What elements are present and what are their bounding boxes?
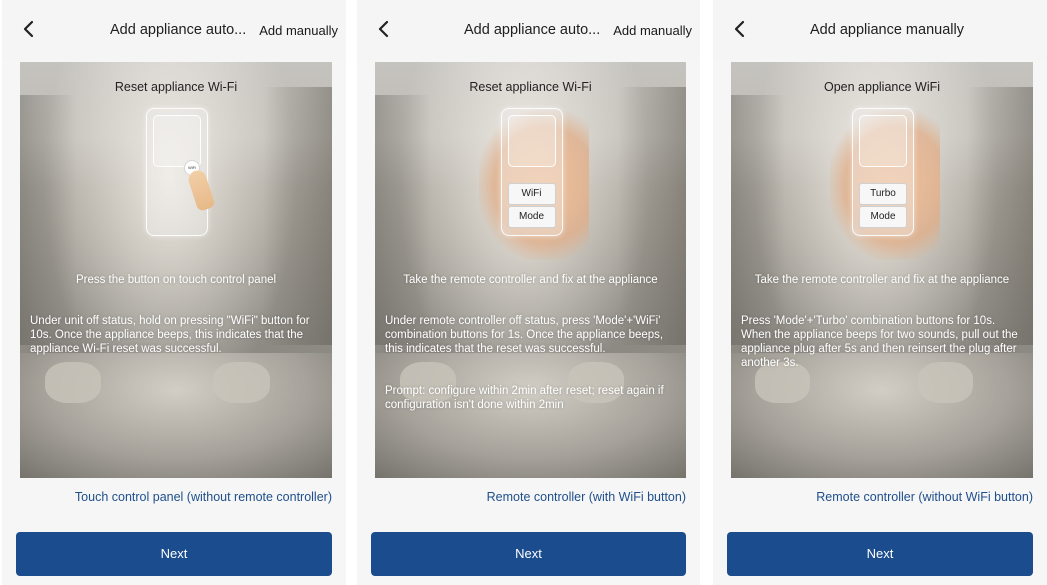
page-title: Add appliance auto... — [110, 22, 247, 38]
top-bar: Add appliance auto... Add manually — [357, 0, 700, 60]
remote-button-label: Mode — [507, 206, 556, 228]
remote-button-label: Mode — [859, 206, 907, 228]
instruction-description: Press 'Mode'+'Turbo' combination buttons… — [741, 315, 1018, 369]
page-title: Add appliance auto... — [464, 22, 601, 38]
remote-controller-graphic: Turbo Mode — [852, 108, 914, 236]
instruction-description: Under remote controller off status, pres… — [385, 315, 664, 355]
back-button[interactable] — [14, 14, 44, 44]
back-button[interactable] — [725, 14, 755, 44]
remote-button-label: Turbo — [859, 183, 907, 205]
next-button[interactable]: Next — [16, 532, 332, 576]
chevron-left-icon — [23, 20, 34, 38]
instruction-caption: Press the button on touch control panel — [75, 274, 277, 286]
page-title: Add appliance manually — [810, 22, 964, 38]
screen-touch-panel: Add appliance auto... Add manually Reset… — [2, 0, 346, 585]
instruction-illustration: Open appliance WiFi Turbo Mode Take the … — [731, 62, 1033, 478]
illustration-title: Reset appliance Wi-Fi — [469, 80, 592, 94]
remote-button-label: WiFi — [507, 183, 556, 205]
remote-controller-graphic: WiFi Mode — [500, 108, 563, 236]
chevron-left-icon — [734, 20, 745, 38]
instruction-prompt: Prompt: configure within 2min after rese… — [385, 385, 664, 411]
instruction-caption: Take the remote controller and fix at th… — [403, 274, 658, 286]
instruction-illustration: Reset appliance Wi-Fi WiFi Mode Take the… — [375, 62, 686, 478]
chevron-left-icon — [378, 20, 389, 38]
screen-remote-with-wifi: Add appliance auto... Add manually Reset… — [357, 0, 700, 585]
back-button[interactable] — [369, 14, 399, 44]
screen-remote-without-wifi: Add appliance manually Open appliance Wi… — [713, 0, 1047, 585]
add-manually-button[interactable]: Add manually — [613, 23, 692, 38]
configuration-mode-link[interactable]: Remote controller (with WiFi button) — [487, 490, 686, 504]
next-button[interactable]: Next — [371, 532, 686, 576]
top-bar: Add appliance auto... Add manually — [2, 0, 346, 60]
add-manually-button[interactable]: Add manually — [259, 23, 338, 38]
instruction-description: Under unit off status, hold on pressing … — [30, 315, 310, 355]
illustration-title: Open appliance WiFi — [823, 80, 941, 94]
next-button[interactable]: Next — [727, 532, 1033, 576]
instruction-caption: Take the remote controller and fix at th… — [754, 274, 1010, 286]
configuration-mode-link[interactable]: Remote controller (without WiFi button) — [816, 490, 1033, 504]
configuration-mode-link[interactable]: Touch control panel (without remote cont… — [75, 490, 332, 504]
instruction-illustration: Reset appliance Wi-Fi WiFi Press the but… — [20, 62, 332, 478]
illustration-title: Reset appliance Wi-Fi — [114, 80, 238, 94]
top-bar: Add appliance manually — [713, 0, 1047, 60]
